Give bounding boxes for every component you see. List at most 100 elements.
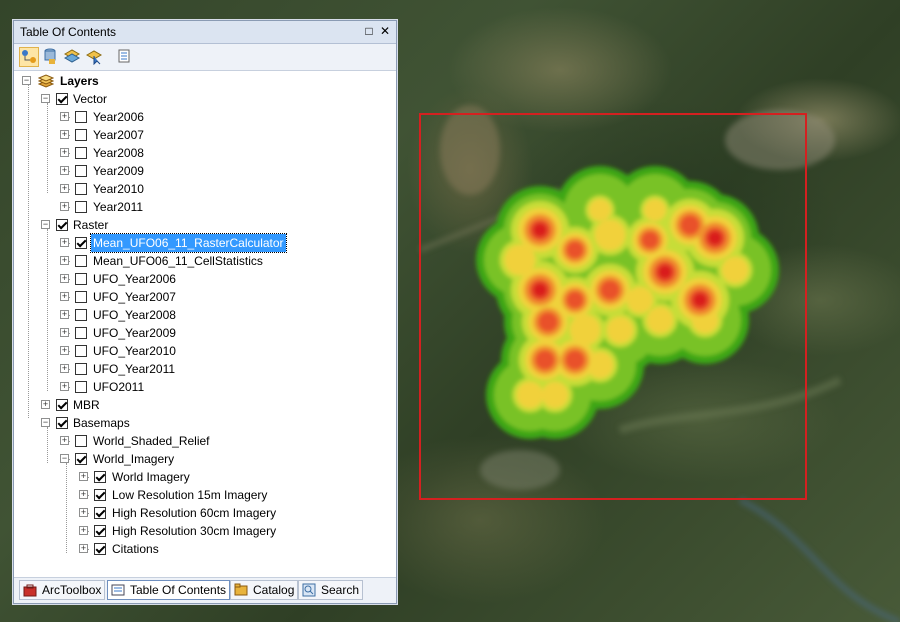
heat-blob <box>594 219 626 251</box>
expand-toggle[interactable]: + <box>60 274 69 283</box>
collapse-toggle[interactable]: − <box>60 454 69 463</box>
layer-visibility-checkbox[interactable] <box>75 435 87 447</box>
list-by-visibility-icon[interactable] <box>63 47 83 67</box>
layer-visibility-checkbox[interactable] <box>75 237 87 249</box>
layer-visibility-checkbox[interactable] <box>94 471 106 483</box>
layer-visibility-checkbox[interactable] <box>75 381 87 393</box>
heat-blob <box>533 283 547 297</box>
expand-toggle[interactable]: + <box>79 472 88 481</box>
expand-toggle[interactable]: + <box>41 400 50 409</box>
layer-label: UFO_Year2009 <box>93 326 176 340</box>
expand-toggle[interactable]: + <box>79 544 88 553</box>
layer-label: UFO_Year2011 <box>93 362 176 376</box>
tab-arctoolbox[interactable]: ArcToolbox <box>19 580 106 600</box>
layer-label: MBR <box>73 398 100 412</box>
expand-toggle[interactable]: + <box>79 490 88 499</box>
layer-visibility-checkbox[interactable] <box>56 93 68 105</box>
expand-toggle[interactable]: + <box>60 310 69 319</box>
tab-label: Table Of Contents <box>130 583 227 597</box>
expand-toggle[interactable]: + <box>60 256 69 265</box>
expand-toggle[interactable]: + <box>60 292 69 301</box>
expand-toggle[interactable]: + <box>60 238 69 247</box>
dock-tabs: ArcToolbox Table Of Contents Catalog Sea… <box>14 577 396 603</box>
layer-label: UFO2011 <box>93 380 145 394</box>
layer-visibility-checkbox[interactable] <box>94 543 106 555</box>
layer-visibility-checkbox[interactable] <box>75 291 87 303</box>
layer-visibility-checkbox[interactable] <box>94 507 106 519</box>
options-icon[interactable] <box>115 47 135 67</box>
layer-label: High Resolution 30cm Imagery <box>112 524 277 538</box>
group-label: Vector <box>73 92 108 106</box>
expand-toggle[interactable]: + <box>60 184 69 193</box>
panel-title: Table Of Contents <box>20 25 117 39</box>
search-icon <box>302 583 316 597</box>
layer-visibility-checkbox[interactable] <box>75 147 87 159</box>
layer-visibility-checkbox[interactable] <box>75 111 87 123</box>
pin-button[interactable]: □ <box>362 24 376 38</box>
layer-visibility-checkbox[interactable] <box>75 201 87 213</box>
layer-visibility-checkbox[interactable] <box>75 129 87 141</box>
tab-catalog[interactable]: Catalog <box>230 580 299 600</box>
layer-visibility-checkbox[interactable] <box>94 489 106 501</box>
expand-toggle[interactable]: + <box>60 202 69 211</box>
layer-visibility-checkbox[interactable] <box>75 165 87 177</box>
heat-blob <box>566 241 584 259</box>
collapse-toggle[interactable]: − <box>41 220 50 229</box>
heat-blob <box>565 350 585 370</box>
layer-visibility-checkbox[interactable] <box>75 255 87 267</box>
layer-visibility-checkbox[interactable] <box>75 273 87 285</box>
list-by-selection-icon[interactable] <box>85 47 105 67</box>
layer-label: UFO_Year2008 <box>93 308 176 322</box>
panel-title-bar[interactable]: Table Of Contents □ ✕ <box>14 21 396 44</box>
heat-blob <box>693 293 707 307</box>
expand-toggle[interactable]: + <box>60 166 69 175</box>
list-by-drawing-order-icon[interactable] <box>19 47 39 67</box>
heat-blob <box>586 351 614 379</box>
expand-toggle[interactable]: + <box>60 436 69 445</box>
expand-toggle[interactable]: + <box>60 130 69 139</box>
expand-toggle[interactable]: + <box>60 148 69 157</box>
expand-toggle[interactable]: + <box>60 382 69 391</box>
expand-toggle[interactable]: + <box>60 346 69 355</box>
layer-visibility-checkbox[interactable] <box>56 417 68 429</box>
expand-toggle[interactable]: + <box>60 112 69 121</box>
layer-visibility-checkbox[interactable] <box>56 399 68 411</box>
layer-visibility-checkbox[interactable] <box>75 453 87 465</box>
tab-label: Search <box>321 583 360 597</box>
layer-label: Year2008 <box>93 146 144 160</box>
heat-blob <box>721 256 749 284</box>
layer-visibility-checkbox[interactable] <box>75 327 87 339</box>
layer-visibility-checkbox[interactable] <box>75 363 87 375</box>
catalog-icon <box>234 583 248 597</box>
layer-label: High Resolution 60cm Imagery <box>112 506 277 520</box>
layer-visibility-checkbox[interactable] <box>94 525 106 537</box>
close-button[interactable]: ✕ <box>378 24 392 38</box>
heat-blob <box>708 231 722 245</box>
list-by-source-icon[interactable] <box>41 47 61 67</box>
collapse-toggle[interactable]: − <box>22 76 31 85</box>
heat-blob <box>606 316 634 344</box>
heat-blob <box>533 223 547 237</box>
expand-toggle[interactable]: + <box>79 526 88 535</box>
layer-label: World_Imagery <box>93 452 175 466</box>
layer-visibility-checkbox[interactable] <box>75 183 87 195</box>
expand-toggle[interactable]: + <box>60 364 69 373</box>
tab-table-of-contents[interactable]: Table Of Contents <box>107 580 231 600</box>
layer-label: UFO_Year2007 <box>93 290 176 304</box>
group-label: Raster <box>73 218 109 232</box>
collapse-toggle[interactable]: − <box>41 94 50 103</box>
heat-blob <box>516 381 544 409</box>
layer-visibility-checkbox[interactable] <box>75 309 87 321</box>
tab-search[interactable]: Search <box>298 580 364 600</box>
heat-blob <box>535 350 555 370</box>
expand-toggle[interactable]: + <box>60 328 69 337</box>
layer-label: Low Resolution 15m Imagery <box>112 488 268 502</box>
layer-label: Mean_UFO06_11_CellStatistics <box>93 254 263 268</box>
collapse-toggle[interactable]: − <box>41 418 50 427</box>
expand-toggle[interactable]: + <box>79 508 88 517</box>
layer-label: Year2006 <box>93 110 144 124</box>
tab-label: Catalog <box>253 583 295 597</box>
layer-visibility-checkbox[interactable] <box>56 219 68 231</box>
layer-visibility-checkbox[interactable] <box>75 345 87 357</box>
tree-root-label: Layers <box>60 74 99 88</box>
